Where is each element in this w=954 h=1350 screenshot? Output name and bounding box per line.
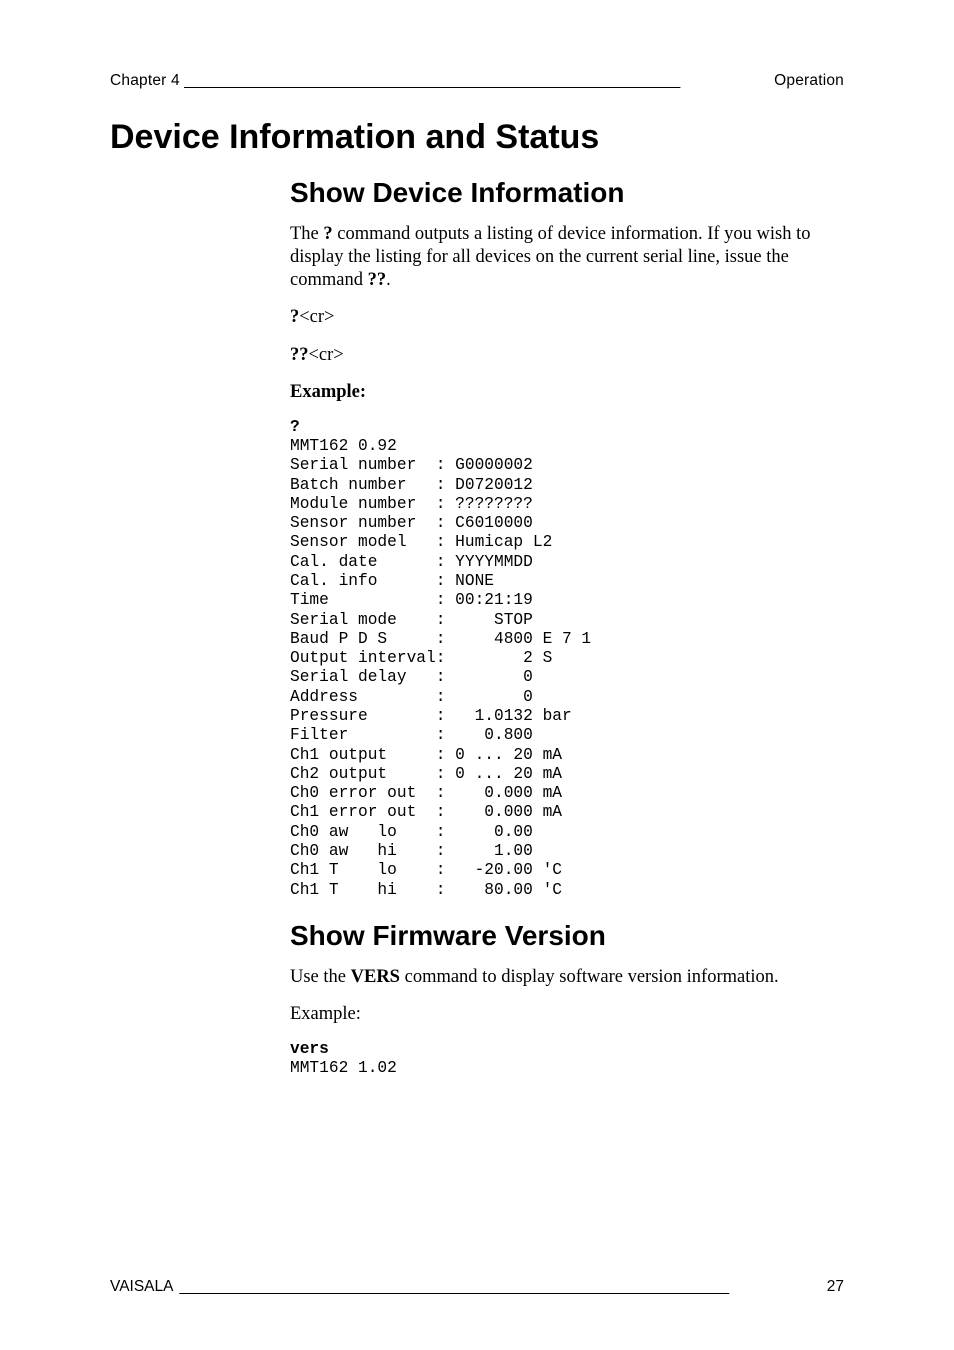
para-device-info: The ? command outputs a listing of devic… <box>290 223 844 292</box>
terminal-output-firmware: vers MMT162 1.02 <box>290 1040 844 1079</box>
footer-brand: VAISALA <box>110 1278 173 1296</box>
heading-1: Device Information and Status <box>110 118 844 157</box>
para-firmware-version: Use the VERS command to display software… <box>290 966 844 989</box>
heading-2-show-firmware: Show Firmware Version <box>290 920 844 952</box>
header-chapter: Chapter 4 <box>110 72 180 90</box>
example-label-2: Example: <box>290 1003 844 1026</box>
terminal-output-device-info: ? MMT162 0.92 Serial number : G0000002 B… <box>290 418 844 900</box>
cmd-double-question: ??<cr> <box>290 344 844 367</box>
cmd-single-question: ?<cr> <box>290 306 844 329</box>
example-label-1: Example: <box>290 381 844 404</box>
header-section: Operation <box>774 72 844 90</box>
page-header: Chapter 4 ______________________________… <box>110 72 844 90</box>
heading-2-show-device-info: Show Device Information <box>290 177 844 209</box>
footer-page-number: 27 <box>827 1278 844 1296</box>
page-footer: VAISALA ________________________________… <box>110 1278 844 1296</box>
